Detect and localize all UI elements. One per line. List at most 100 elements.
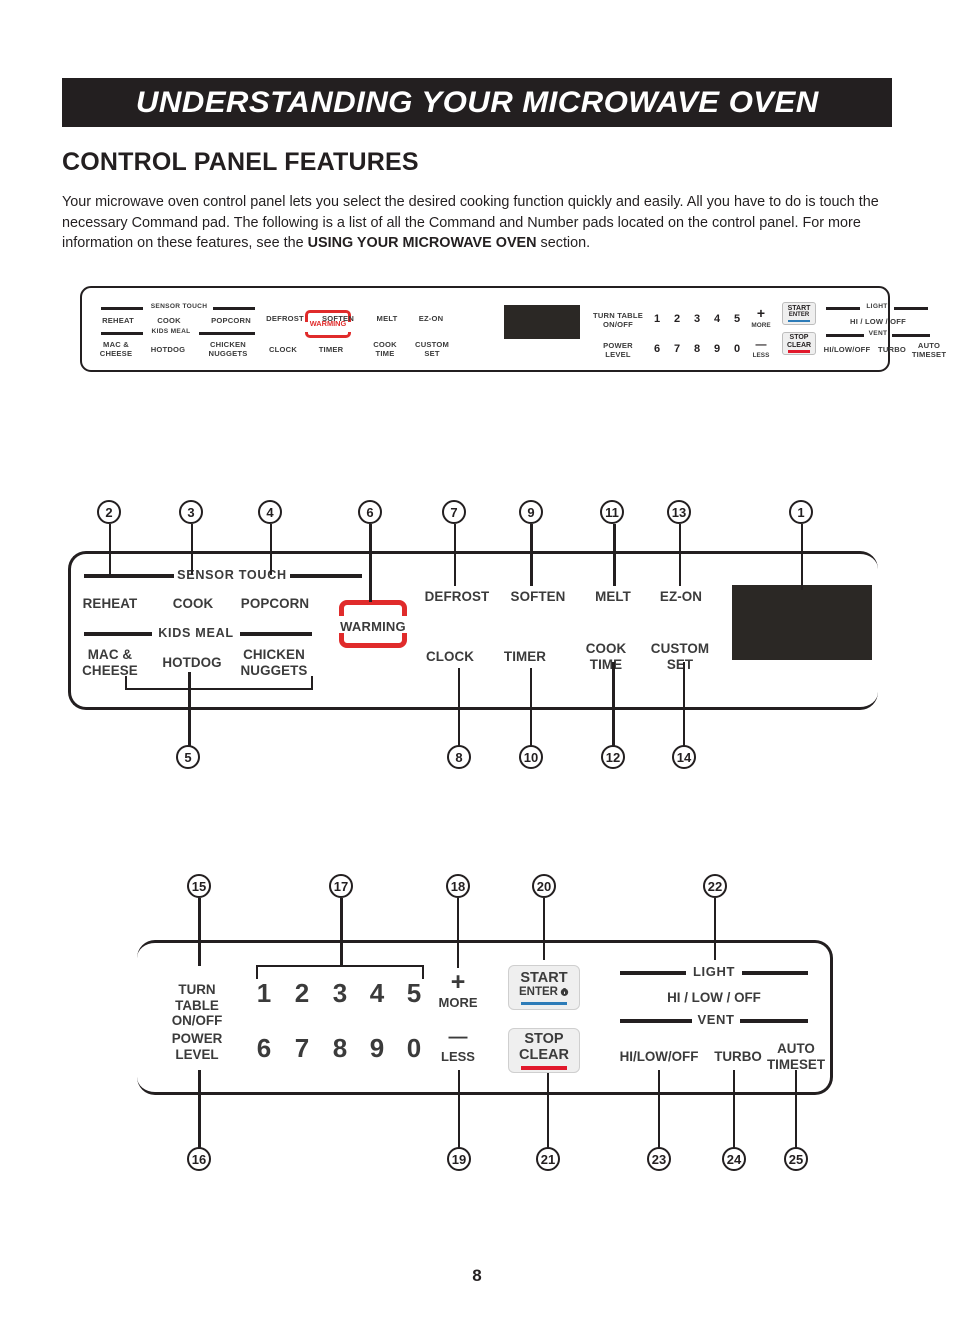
callout-22[interactable]: 22 (703, 874, 727, 898)
sp-digit-1[interactable]: 1 (654, 313, 660, 325)
sp-digit-4[interactable]: 4 (714, 313, 720, 325)
sp-digit-0[interactable]: 0 (734, 343, 740, 355)
bp-digit-0[interactable]: 0 (401, 1033, 427, 1064)
callout-25[interactable]: 25 (784, 1147, 808, 1171)
sp-digit-6[interactable]: 6 (654, 343, 660, 355)
mp-reheat[interactable]: REHEAT (72, 596, 148, 612)
bp-more-button[interactable]: + MORE (432, 970, 484, 1011)
callout-8[interactable]: 8 (447, 745, 471, 769)
sp-custom-set[interactable]: CUSTOM SET (404, 340, 460, 358)
start-enter-button[interactable]: START ENTER (508, 965, 580, 1010)
bp-digit-7[interactable]: 7 (289, 1033, 315, 1064)
minus-icon: — (448, 1027, 468, 1048)
sp-power-level[interactable]: POWER LEVEL (590, 341, 646, 359)
callout-7[interactable]: 7 (442, 500, 466, 524)
callout-19[interactable]: 19 (447, 1147, 471, 1171)
sp-turntable[interactable]: TURN TABLE ON/OFF (590, 311, 646, 329)
callout-6[interactable]: 6 (358, 500, 382, 524)
sp-more-button[interactable]: + MORE (746, 306, 776, 329)
bp-digit-6[interactable]: 6 (251, 1033, 277, 1064)
callout-20[interactable]: 20 (532, 874, 556, 898)
mp-mac-cheese[interactable]: MAC & CHEESE (72, 647, 148, 678)
bp-light-caption: LIGHT (693, 964, 735, 979)
mp-ez-on[interactable]: EZ-ON (648, 589, 714, 605)
callout-23[interactable]: 23 (647, 1147, 671, 1171)
callout-17[interactable]: 17 (329, 874, 353, 898)
sp-digit-7[interactable]: 7 (674, 343, 680, 355)
callout-21[interactable]: 21 (536, 1147, 560, 1171)
sp-vent-hi-low-off[interactable]: HI/LOW/OFF (816, 345, 878, 354)
callout-2[interactable]: 2 (97, 500, 121, 524)
callout-3[interactable]: 3 (179, 500, 203, 524)
callout-11[interactable]: 11 (600, 500, 624, 524)
bp-less-button[interactable]: — LESS (432, 1027, 484, 1064)
sp-digit-9[interactable]: 9 (714, 343, 720, 355)
bp-light-options[interactable]: HI / LOW / OFF (632, 990, 796, 1006)
sp-mac-cheese[interactable]: MAC & CHEESE (92, 340, 140, 358)
mp-cook-time[interactable]: COOK TIME (576, 641, 636, 672)
lead-21 (547, 1073, 549, 1148)
mp-warming[interactable]: WARMING (330, 619, 416, 634)
sp-cook[interactable]: COOK (145, 316, 193, 325)
callout-13[interactable]: 13 (667, 500, 691, 524)
sp-cook-time[interactable]: COOK TIME (360, 340, 410, 358)
sp-chicken-nuggets[interactable]: CHICKEN NUGGETS (198, 340, 258, 358)
callout-9[interactable]: 9 (519, 500, 543, 524)
mp-popcorn[interactable]: POPCORN (234, 596, 316, 612)
bp-digit-5[interactable]: 5 (401, 978, 427, 1009)
callout-12[interactable]: 12 (601, 745, 625, 769)
sp-digit-3[interactable]: 3 (694, 313, 700, 325)
sp-stop-button[interactable]: STOP CLEAR (782, 332, 816, 355)
lead-16 (198, 1070, 201, 1148)
bp-digit-9[interactable]: 9 (364, 1033, 390, 1064)
sp-reheat[interactable]: REHEAT (94, 316, 142, 325)
bp-vent-hi-low-off[interactable]: HI/LOW/OFF (608, 1049, 710, 1065)
callout-4[interactable]: 4 (258, 500, 282, 524)
mp-custom-set[interactable]: CUSTOM SET (641, 641, 719, 672)
bp-vent-auto-timeset[interactable]: AUTO TIMESET (764, 1041, 828, 1072)
bp-digit-1[interactable]: 1 (251, 978, 277, 1009)
sp-light-options[interactable]: HI / LOW / OFF (828, 317, 928, 326)
mp-clock[interactable]: CLOCK (416, 649, 484, 665)
sp-digit-8[interactable]: 8 (694, 343, 700, 355)
lead-18 (457, 898, 459, 968)
sp-vent-turbo[interactable]: TURBO (872, 345, 912, 354)
bp-digit-4[interactable]: 4 (364, 978, 390, 1009)
callout-5[interactable]: 5 (176, 745, 200, 769)
callout-16[interactable]: 16 (187, 1147, 211, 1171)
sp-popcorn[interactable]: POPCORN (202, 316, 260, 325)
callout-15[interactable]: 15 (187, 874, 211, 898)
sp-melt[interactable]: MELT (362, 314, 412, 323)
sp-digit-2[interactable]: 2 (674, 313, 680, 325)
mp-hotdog[interactable]: HOTDOG (155, 655, 229, 671)
bp-digit-2[interactable]: 2 (289, 978, 315, 1009)
mp-chicken-nuggets[interactable]: CHICKEN NUGGETS (231, 647, 317, 678)
mp-melt[interactable]: MELT (583, 589, 643, 605)
bp-digit-8[interactable]: 8 (327, 1033, 353, 1064)
sp-vent-auto-timeset[interactable]: AUTO TIMESET (908, 341, 950, 359)
callout-18[interactable]: 18 (446, 874, 470, 898)
sp-less-button[interactable]: — LESS (746, 340, 776, 360)
sp-clock[interactable]: CLOCK (258, 345, 308, 354)
bp-power-level[interactable]: POWER LEVEL (155, 1031, 239, 1062)
mp-soften[interactable]: SOFTEN (500, 589, 576, 605)
stop-clear-button[interactable]: STOP CLEAR (508, 1028, 580, 1073)
mp-defrost[interactable]: DEFROST (418, 589, 496, 605)
sp-start-button[interactable]: START ENTER (782, 302, 816, 325)
mp-cook[interactable]: COOK (158, 596, 228, 612)
lead-24 (733, 1070, 735, 1148)
callout-10[interactable]: 10 (519, 745, 543, 769)
sp-warming[interactable]: WARMING (298, 319, 358, 328)
sp-digit-5[interactable]: 5 (734, 313, 740, 325)
callout-1[interactable]: 1 (789, 500, 813, 524)
callout-24[interactable]: 24 (722, 1147, 746, 1171)
callout-14[interactable]: 14 (672, 745, 696, 769)
sp-timer[interactable]: TIMER (306, 345, 356, 354)
bp-vent-turbo[interactable]: TURBO (710, 1049, 766, 1065)
mp-sensor-rule-left (84, 574, 174, 578)
mp-timer[interactable]: TIMER (492, 649, 558, 665)
sp-hotdog[interactable]: HOTDOG (142, 345, 194, 354)
bp-turntable[interactable]: TURN TABLE ON/OFF (155, 982, 239, 1029)
bp-digit-3[interactable]: 3 (327, 978, 353, 1009)
sp-ez-on[interactable]: EZ-ON (406, 314, 456, 323)
